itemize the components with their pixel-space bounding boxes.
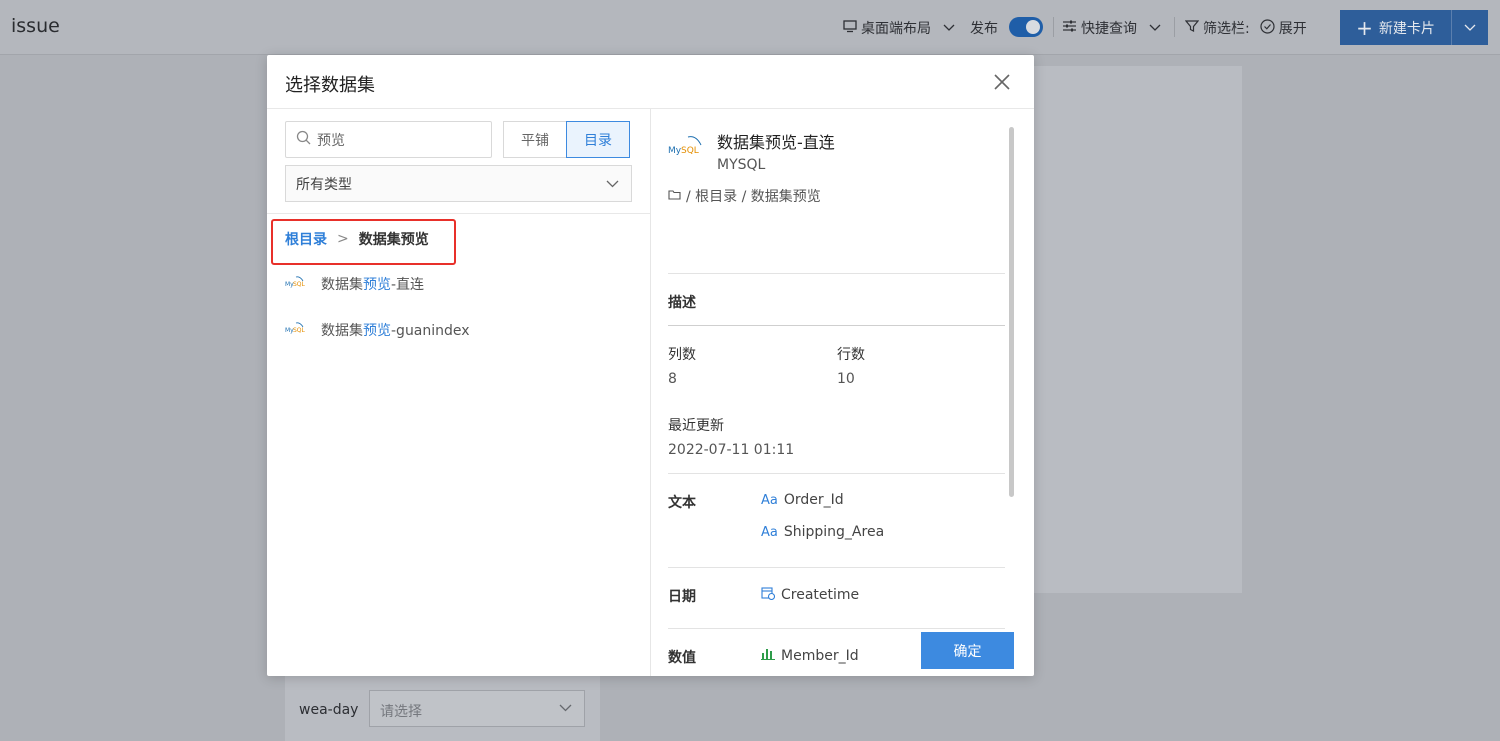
field-item: Aa Shipping_Area <box>761 524 884 540</box>
field-name: Createtime <box>781 587 860 603</box>
layout-label: 桌面端布局 <box>861 21 931 37</box>
confirm-button[interactable]: 确定 <box>921 632 1014 669</box>
field-name: Member_Id <box>781 647 859 664</box>
new-card-dropdown[interactable] <box>1452 20 1488 36</box>
monitor-icon <box>843 19 857 37</box>
list-item[interactable]: My SQL 数据集预览-guanindex <box>285 319 470 341</box>
filter-bar-control[interactable]: 筛选栏: 展开 <box>1184 18 1307 38</box>
field-item: Createtime <box>761 586 859 604</box>
chevron-down-icon <box>1149 20 1161 36</box>
list-item[interactable]: My SQL 数据集预览-直连 <box>285 273 424 295</box>
filter-bar-label: 筛选栏: <box>1203 21 1250 37</box>
columns-value: 8 <box>668 371 677 387</box>
divider <box>267 213 650 214</box>
dataset-name: 数据集预览-直连 <box>321 277 425 293</box>
svg-text:SQL: SQL <box>681 146 699 156</box>
dialog-title: 选择数据集 <box>285 75 375 96</box>
updated-label: 最近更新 <box>668 418 724 434</box>
dashboard-filter: wea-day 请选择 <box>285 676 600 741</box>
new-card-button-group: + 新建卡片 <box>1340 10 1488 45</box>
filter-icon <box>1184 19 1200 37</box>
description-label: 描述 <box>668 295 696 311</box>
mysql-logo-icon: My SQL <box>285 275 307 293</box>
rows-value: 10 <box>837 371 855 387</box>
scrollbar[interactable] <box>1009 127 1014 497</box>
divider <box>668 273 1005 274</box>
quick-query-button[interactable]: 快捷查询 <box>1062 18 1161 38</box>
publish-toggle[interactable] <box>1009 17 1043 37</box>
divider <box>668 325 1005 326</box>
search-value: 预览 <box>317 132 345 149</box>
select-dataset-dialog: 选择数据集 预览 平铺 目录 所有类型 根目录 > 数据集预览 My SQL 数… <box>267 55 1034 676</box>
svg-text:SQL: SQL <box>293 327 306 334</box>
field-item: Aa Order_Id <box>761 492 844 508</box>
dialog-header: 选择数据集 <box>267 55 1034 109</box>
search-icon <box>296 130 311 149</box>
annotation-highlight-box <box>271 219 456 265</box>
view-toggle: 平铺 目录 <box>503 121 630 158</box>
publish-label: 发布 <box>970 21 998 37</box>
text-fields-label: 文本 <box>668 495 696 511</box>
close-icon[interactable] <box>992 72 1012 92</box>
mysql-logo-icon: My SQL <box>285 321 307 339</box>
expand-label: 展开 <box>1278 21 1307 37</box>
new-card-label: 新建卡片 <box>1378 20 1435 37</box>
chevron-down-icon <box>943 20 955 36</box>
chevron-down-icon <box>1464 20 1476 36</box>
type-select-value: 所有类型 <box>296 176 352 193</box>
calendar-icon <box>761 586 776 604</box>
top-bar: issue 桌面端布局 发布 快捷查询 筛选栏: 展开 + 新建卡片 <box>0 0 1500 55</box>
number-fields-label: 数值 <box>668 650 696 666</box>
page-title: issue <box>11 15 60 37</box>
updated-value: 2022-07-11 01:11 <box>668 442 795 458</box>
mysql-logo-icon: My SQL <box>668 133 706 159</box>
plus-icon: + <box>1356 15 1373 40</box>
bar-chart-icon <box>761 647 775 664</box>
tab-directory[interactable]: 目录 <box>566 121 630 158</box>
divider <box>668 628 1005 629</box>
filter-placeholder: 请选择 <box>380 704 422 720</box>
svg-text:SQL: SQL <box>293 281 306 288</box>
divider <box>668 473 1005 474</box>
dataset-name: 数据集预览-guanindex <box>321 323 470 339</box>
filter-label: wea-day <box>299 702 359 718</box>
field-name: Shipping_Area <box>783 524 885 540</box>
new-card-button[interactable]: + 新建卡片 <box>1340 10 1452 45</box>
rows-label: 行数 <box>837 347 865 363</box>
svg-text:My: My <box>668 146 682 156</box>
field-name: Order_Id <box>783 492 844 508</box>
text-type-icon: Aa <box>761 524 778 540</box>
sliders-icon <box>1062 19 1077 37</box>
columns-label: 列数 <box>668 347 696 363</box>
tab-flat[interactable]: 平铺 <box>503 121 567 158</box>
check-circle-icon <box>1260 18 1275 38</box>
filter-select[interactable]: 请选择 <box>369 690 585 727</box>
toolbar-divider <box>1174 17 1175 37</box>
date-fields-label: 日期 <box>668 589 696 605</box>
toolbar-divider <box>1053 17 1054 37</box>
field-item: Member_Id <box>761 647 859 664</box>
quick-query-label: 快捷查询 <box>1081 21 1137 37</box>
layout-selector[interactable]: 桌面端布局 <box>843 18 955 38</box>
search-input[interactable]: 预览 <box>285 121 492 158</box>
dataset-path: / 根目录 / 数据集预览 <box>668 186 821 206</box>
dataset-type: MYSQL <box>717 157 766 173</box>
divider <box>668 567 1005 568</box>
dataset-detail-panel: My SQL 数据集预览-直连 MYSQL / 根目录 / 数据集预览 描述 列数… <box>651 109 1034 676</box>
text-type-icon: Aa <box>761 492 778 508</box>
dataset-title: 数据集预览-直连 <box>717 133 835 152</box>
chevron-down-icon <box>606 176 619 192</box>
type-select[interactable]: 所有类型 <box>285 165 632 202</box>
dataset-browser: 预览 平铺 目录 所有类型 根目录 > 数据集预览 My SQL 数据集预览-直连 <box>267 109 651 676</box>
chevron-down-icon <box>559 700 572 716</box>
folder-icon <box>668 188 681 204</box>
dataset-path-text: / 根目录 / 数据集预览 <box>686 189 821 205</box>
dashboard-card-area <box>1034 66 1242 593</box>
